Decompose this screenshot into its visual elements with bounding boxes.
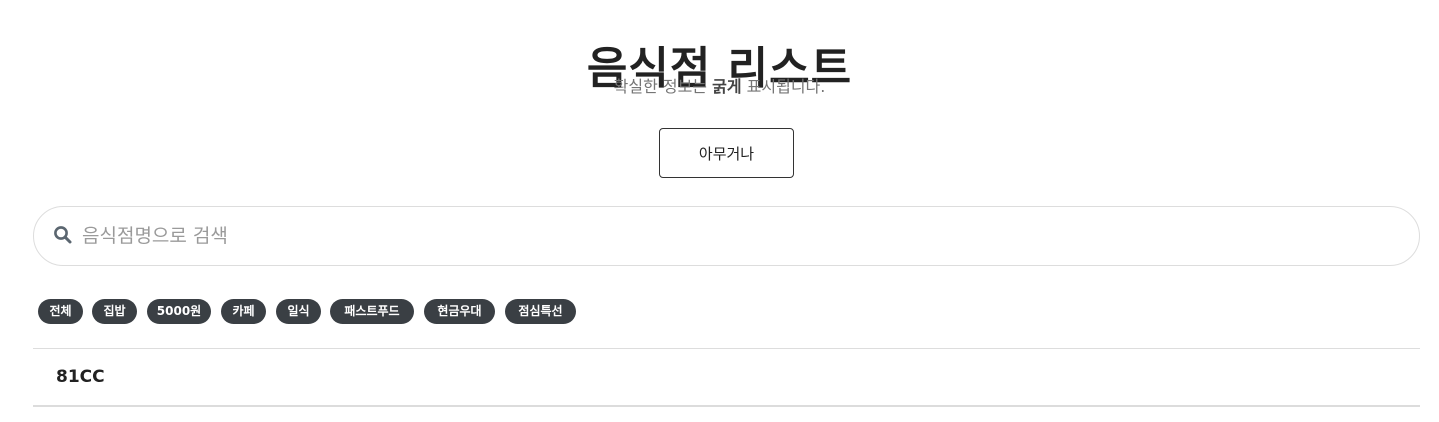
filter-chip-japanese[interactable]: 일식 <box>276 299 321 324</box>
filter-chip-cafe[interactable]: 카페 <box>221 299 266 324</box>
list-divider <box>33 405 1420 407</box>
filter-chip-homemeal[interactable]: 집밥 <box>92 299 137 324</box>
filter-chip-all[interactable]: 전체 <box>38 299 83 324</box>
subtitle-bold-word: 굵게 <box>712 77 742 96</box>
restaurant-name: 81CC <box>56 367 105 387</box>
subtitle-suffix: 표시됩니다. <box>741 77 826 96</box>
filter-chip-fastfood[interactable]: 패스트푸드 <box>330 299 414 324</box>
search-icon <box>54 226 72 244</box>
filter-chip-cash-discount[interactable]: 현금우대 <box>424 299 495 324</box>
subtitle-prefix: 확실한 정보는 <box>613 77 713 96</box>
search-input[interactable] <box>82 217 1382 255</box>
random-pick-button[interactable]: 아무거나 <box>659 128 794 178</box>
restaurant-list-item[interactable]: 81CC <box>33 349 1420 405</box>
filter-chip-5000won[interactable]: 5000원 <box>147 299 211 324</box>
page-subtitle: 확실한 정보는 굵게 표시됩니다. <box>0 76 1439 98</box>
search-bar[interactable] <box>33 206 1420 266</box>
filter-chip-lunch-special[interactable]: 점심특선 <box>505 299 576 324</box>
